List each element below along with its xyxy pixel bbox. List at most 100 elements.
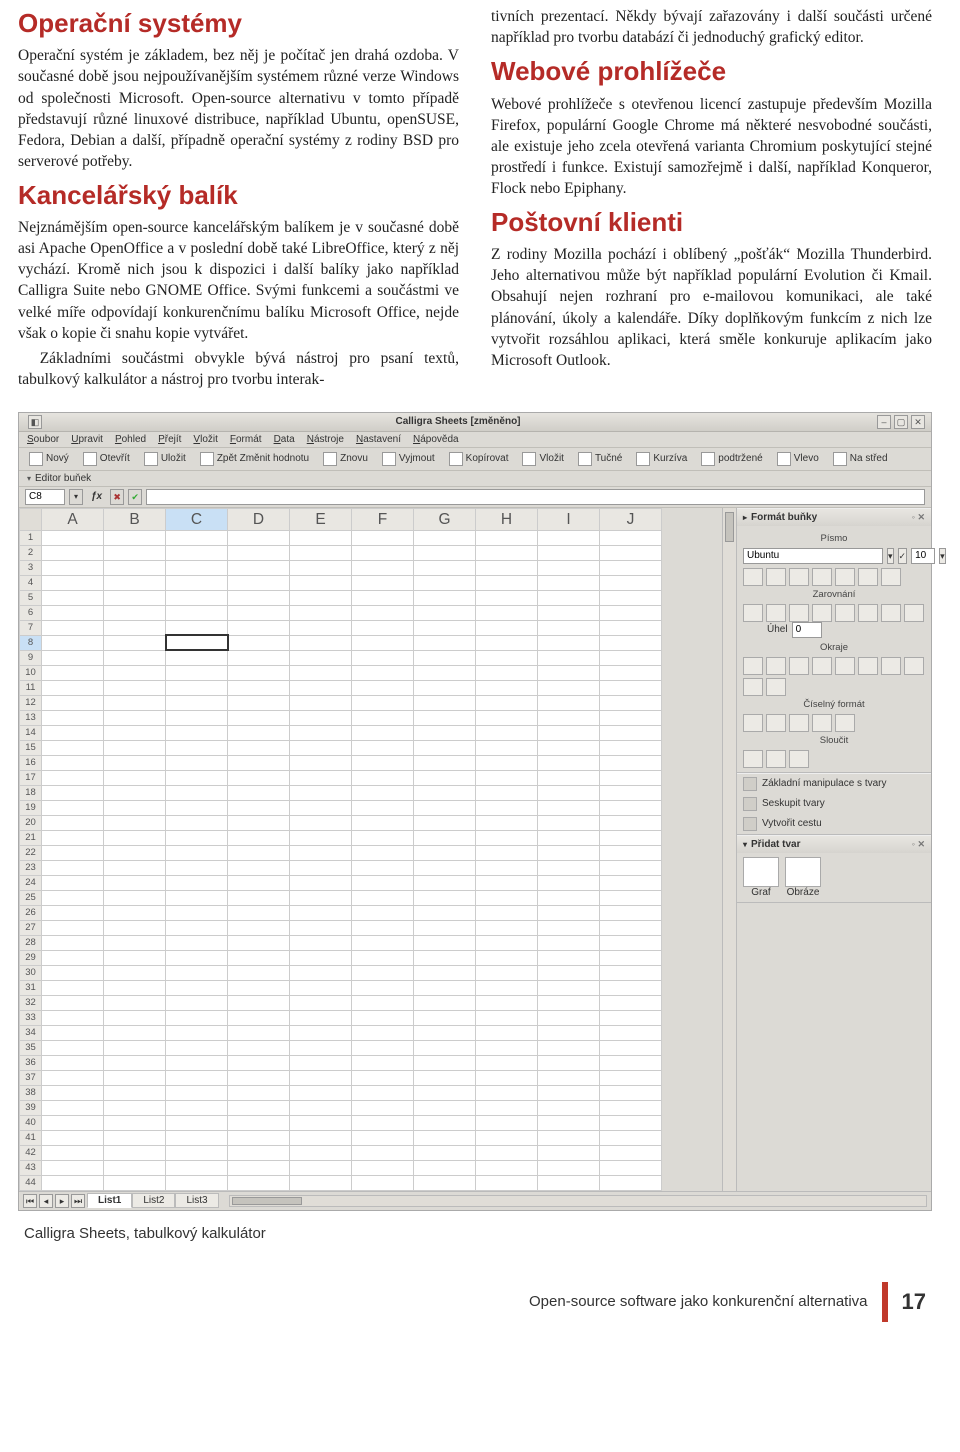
row-header[interactable]: 1 — [20, 530, 42, 545]
cell[interactable] — [104, 965, 166, 980]
cell[interactable] — [104, 905, 166, 920]
cell[interactable] — [290, 1145, 352, 1160]
cell[interactable] — [352, 980, 414, 995]
cell[interactable] — [166, 950, 228, 965]
cell[interactable] — [476, 650, 538, 665]
row-header[interactable]: 33 — [20, 1010, 42, 1025]
tab-first-button[interactable]: ⏮ — [23, 1194, 37, 1208]
cell[interactable] — [538, 1130, 600, 1145]
menu-item[interactable]: Nápověda — [413, 434, 459, 445]
cell[interactable] — [538, 830, 600, 845]
cell[interactable] — [166, 1055, 228, 1070]
cell[interactable] — [414, 650, 476, 665]
cell[interactable] — [290, 905, 352, 920]
cell[interactable] — [166, 980, 228, 995]
cell[interactable] — [104, 1100, 166, 1115]
sheet-tab[interactable]: List1 — [87, 1193, 132, 1208]
cell[interactable] — [352, 845, 414, 860]
cell[interactable] — [538, 650, 600, 665]
cell[interactable] — [600, 785, 662, 800]
shape-image-button[interactable] — [785, 857, 821, 887]
cell[interactable] — [600, 1055, 662, 1070]
menu-item[interactable]: Vložit — [193, 434, 217, 445]
cell[interactable] — [104, 650, 166, 665]
cell[interactable] — [476, 635, 538, 650]
cell[interactable] — [476, 830, 538, 845]
cell[interactable] — [600, 860, 662, 875]
cell[interactable] — [166, 890, 228, 905]
cell[interactable] — [476, 1010, 538, 1025]
cell[interactable] — [600, 740, 662, 755]
cell[interactable] — [228, 725, 290, 740]
pin-icon[interactable]: ◦ ✕ — [912, 512, 925, 523]
cell[interactable] — [166, 605, 228, 620]
cell[interactable] — [414, 635, 476, 650]
italic-button[interactable] — [766, 568, 786, 586]
cell[interactable] — [228, 785, 290, 800]
cell[interactable] — [352, 1025, 414, 1040]
cell[interactable] — [104, 665, 166, 680]
border-right-button[interactable] — [789, 657, 809, 675]
row-header[interactable]: 27 — [20, 920, 42, 935]
menu-item[interactable]: Soubor — [27, 434, 59, 445]
cell[interactable] — [166, 560, 228, 575]
cell[interactable] — [600, 905, 662, 920]
cell[interactable] — [104, 530, 166, 545]
cell[interactable] — [538, 710, 600, 725]
cell[interactable] — [414, 1145, 476, 1160]
cell[interactable] — [414, 1085, 476, 1100]
cell[interactable] — [352, 695, 414, 710]
cell[interactable] — [600, 695, 662, 710]
row-header[interactable]: 43 — [20, 1160, 42, 1175]
cell[interactable] — [290, 590, 352, 605]
column-header[interactable]: B — [104, 508, 166, 530]
cell[interactable] — [42, 680, 104, 695]
cell[interactable] — [414, 920, 476, 935]
cell[interactable] — [42, 785, 104, 800]
cell[interactable] — [476, 575, 538, 590]
cell[interactable] — [228, 1175, 290, 1190]
cell[interactable] — [228, 950, 290, 965]
cell[interactable] — [414, 620, 476, 635]
font-size-up-button[interactable] — [858, 568, 878, 586]
column-header[interactable]: D — [228, 508, 290, 530]
fx-icon[interactable]: ƒx — [87, 491, 106, 502]
formula-input[interactable] — [146, 489, 925, 505]
font-size-input[interactable] — [911, 548, 935, 564]
toolbar-button[interactable]: Vlevo — [775, 451, 821, 467]
cell[interactable] — [166, 1070, 228, 1085]
minimize-button[interactable]: ‒ — [877, 415, 891, 429]
cell[interactable] — [166, 860, 228, 875]
cell[interactable] — [104, 1130, 166, 1145]
cell[interactable] — [290, 695, 352, 710]
cell[interactable] — [476, 845, 538, 860]
cell[interactable] — [476, 980, 538, 995]
cell[interactable] — [166, 755, 228, 770]
cell[interactable] — [228, 905, 290, 920]
cell[interactable] — [600, 650, 662, 665]
cell[interactable] — [600, 1145, 662, 1160]
cell[interactable] — [352, 920, 414, 935]
cell[interactable] — [166, 935, 228, 950]
vertical-scrollbar[interactable] — [722, 508, 736, 1191]
cell[interactable] — [600, 560, 662, 575]
cell[interactable] — [538, 1085, 600, 1100]
cell[interactable] — [414, 1175, 476, 1190]
cell[interactable] — [104, 1070, 166, 1085]
cell[interactable] — [352, 530, 414, 545]
cell[interactable] — [228, 1085, 290, 1100]
cell[interactable] — [290, 830, 352, 845]
cell[interactable] — [42, 1160, 104, 1175]
general-format-button[interactable] — [835, 714, 855, 732]
cell[interactable] — [414, 830, 476, 845]
percent-button[interactable] — [766, 714, 786, 732]
cell[interactable] — [476, 1160, 538, 1175]
cell[interactable] — [42, 995, 104, 1010]
cell[interactable] — [538, 860, 600, 875]
cell[interactable] — [538, 905, 600, 920]
cell[interactable] — [166, 1175, 228, 1190]
cell[interactable] — [290, 785, 352, 800]
row-header[interactable]: 28 — [20, 935, 42, 950]
app-icon[interactable]: ◧ — [28, 415, 42, 429]
cell[interactable] — [538, 575, 600, 590]
